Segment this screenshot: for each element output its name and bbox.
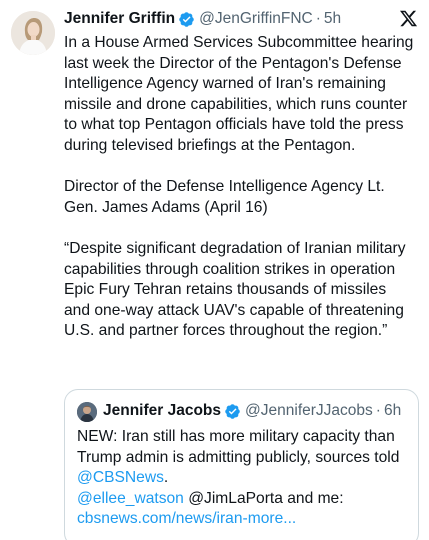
quoted-author-name[interactable]: Jennifer Jacobs	[103, 402, 221, 420]
quoted-body: NEW: Iran still has more military capaci…	[77, 427, 412, 530]
x-logo-icon[interactable]	[399, 9, 418, 28]
tweet-paragraph-2: Director of the Defense Intelligence Age…	[64, 178, 385, 216]
verified-badge-icon	[224, 403, 241, 420]
tweet-header: Jennifer Griffin @JenGriffinFNC · 5h	[64, 8, 341, 30]
quoted-author-handle[interactable]: @JenniferJJacobs	[245, 402, 373, 420]
verified-badge-icon	[178, 11, 195, 28]
article-link[interactable]: cbsnews.com/news/iran-more...	[77, 510, 296, 527]
mention-cbsnews[interactable]: @CBSNews	[77, 469, 164, 486]
quoted-text-mid: @JimLaPorta and me:	[183, 489, 344, 507]
tweet-card[interactable]: Jennifer Griffin @JenGriffinFNC · 5h In …	[0, 0, 429, 540]
tweet-paragraph-3: “Despite significant degradation of Iran…	[64, 239, 406, 340]
separator-dot: ·	[375, 402, 381, 419]
tweet-paragraph-1: In a House Armed Services Subcommittee h…	[64, 34, 414, 154]
quoted-text-period: .	[163, 469, 169, 487]
quoted-timestamp[interactable]: 6h	[384, 402, 401, 420]
tweet-body: In a House Armed Services Subcommittee h…	[64, 33, 416, 342]
author-avatar[interactable]	[11, 11, 55, 55]
quoted-tweet[interactable]: Jennifer Jacobs @JenniferJJacobs · 6h NE…	[64, 389, 419, 540]
author-name[interactable]: Jennifer Griffin	[64, 10, 175, 28]
quoted-text-intro: NEW: Iran still has more military capaci…	[77, 428, 400, 466]
separator-dot: ·	[315, 10, 321, 27]
author-handle[interactable]: @JenGriffinFNC	[199, 10, 313, 28]
quoted-header: Jennifer Jacobs @JenniferJJacobs · 6h	[103, 400, 401, 422]
quoted-author-avatar[interactable]	[77, 402, 97, 422]
mention-ellee-watson[interactable]: @ellee_watson	[77, 490, 184, 507]
tweet-timestamp[interactable]: 5h	[324, 10, 341, 28]
